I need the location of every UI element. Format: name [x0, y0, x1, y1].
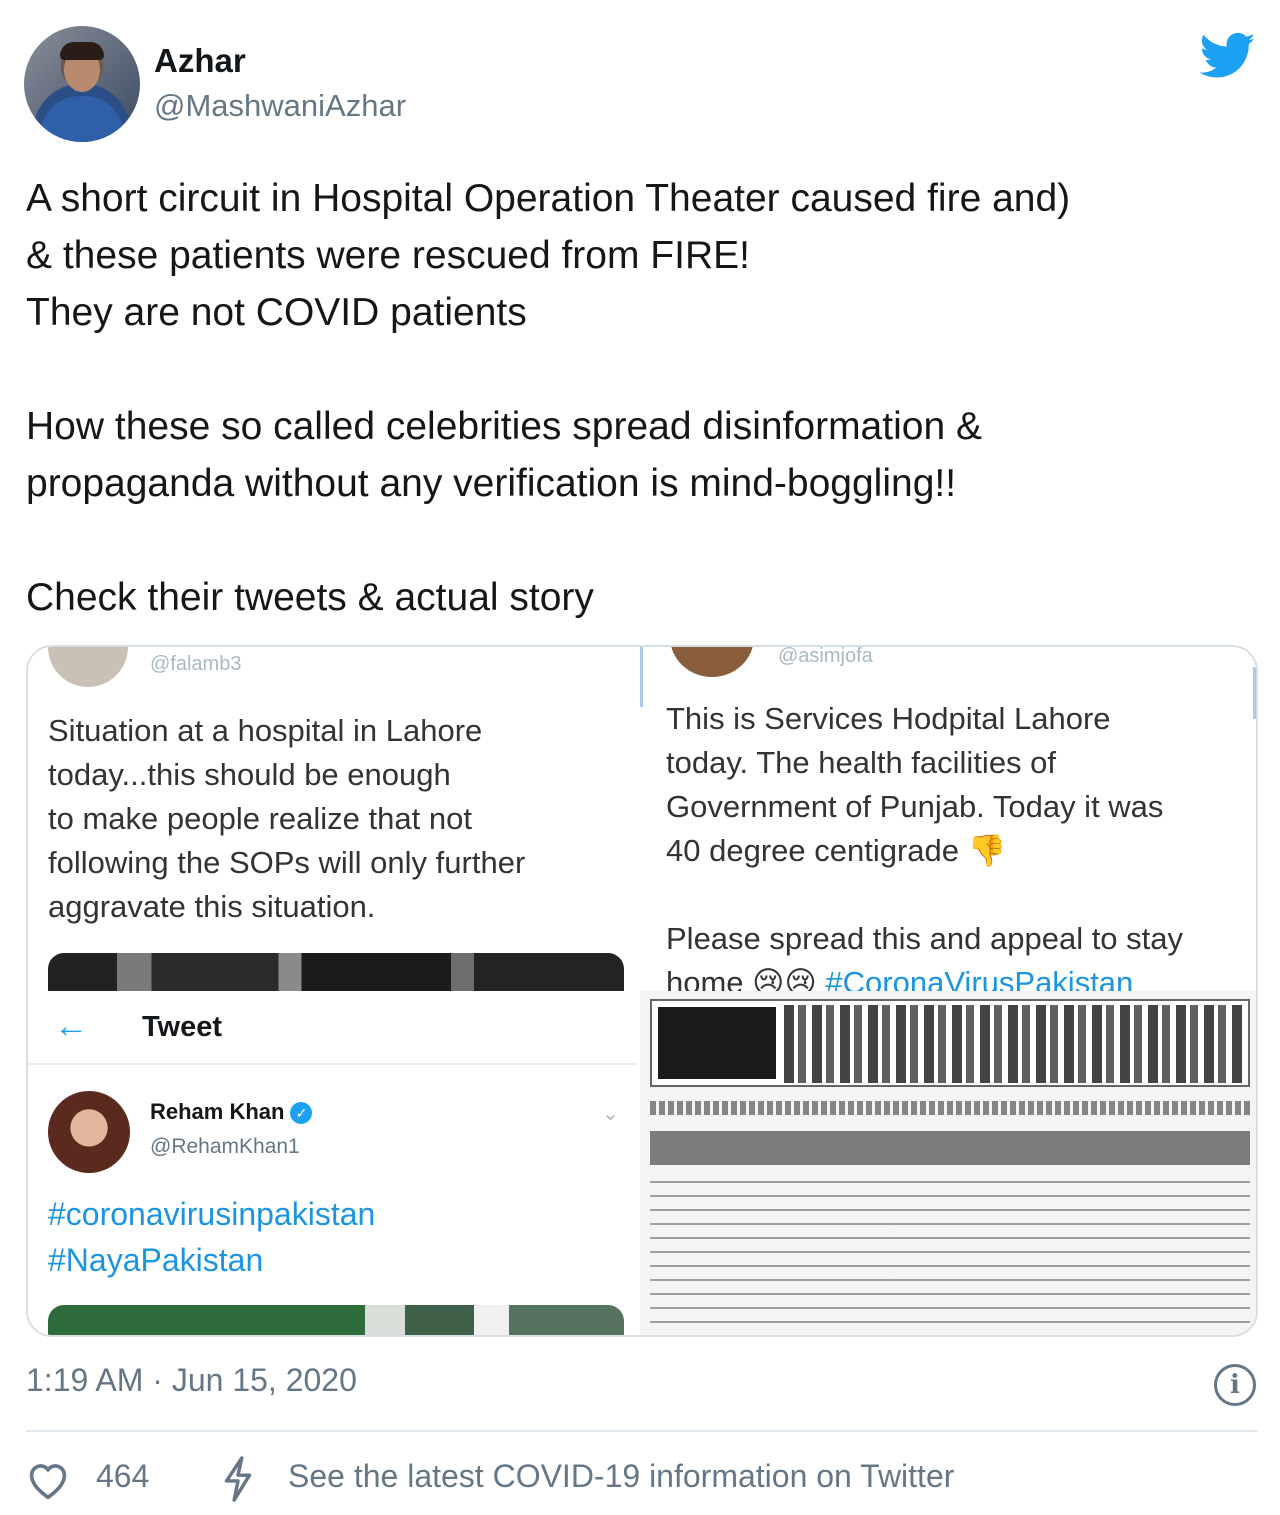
media-image-top-left[interactable]: @falamb3 Situation at a hospital in Laho… — [28, 647, 638, 991]
tweet-text: A short circuit in Hospital Operation Th… — [26, 177, 1071, 619]
hospital-photo-strip-green — [48, 1305, 624, 1335]
verified-icon: ✓ — [290, 1102, 313, 1125]
falamb-tweet-text: Situation at a hospital in Lahore today.… — [48, 713, 526, 924]
tweet-media-grid[interactable]: @falamb3 Situation at a hospital in Laho… — [26, 645, 1258, 1337]
reham-avatar — [48, 1091, 130, 1173]
reham-name: Reham Khan ✓ — [150, 1099, 313, 1125]
hospital-photo-strip — [48, 953, 624, 991]
newspaper-subline — [650, 1101, 1250, 1115]
asimjofa-tweet-text: This is Services Hodpital Lahore today. … — [666, 697, 1256, 991]
author-display-name[interactable]: Azhar — [154, 42, 406, 80]
asimjofa-avatar — [670, 647, 754, 677]
falamb-avatar — [48, 647, 128, 687]
media-image-bottom-right[interactable] — [640, 991, 1256, 1335]
covid-info-link[interactable]: See the latest COVID-19 information on T… — [288, 1458, 954, 1495]
info-icon[interactable]: i — [1214, 1364, 1256, 1406]
reham-handle: @RehamKhan1 — [150, 1135, 300, 1158]
embedded-tweet-nav: ← Tweet — [28, 991, 638, 1065]
tweet-timestamp[interactable]: 1:19 AM · Jun 15, 2020 — [26, 1362, 357, 1399]
asimjofa-handle: @asimjofa — [778, 647, 873, 667]
reham-hashtags: #coronavirusinpakistan #NayaPakistan — [48, 1196, 376, 1278]
newspaper-headline — [650, 999, 1250, 1087]
like-count[interactable]: 464 — [96, 1458, 149, 1495]
chevron-down-icon: ⌄ — [602, 1103, 619, 1125]
bolt-icon — [224, 1456, 252, 1502]
divider — [26, 1430, 1258, 1432]
newspaper-logo-box — [658, 1007, 776, 1079]
media-image-bottom-left[interactable]: ← Tweet Reham Khan ✓ @RehamKhan1 ⌄ #coron… — [28, 991, 638, 1335]
avatar-shirt — [40, 96, 124, 142]
twitter-bird-icon[interactable] — [1200, 32, 1256, 80]
asimjofa-hashtag: #CoronaVirusPakistan — [825, 965, 1134, 991]
author-names: Azhar @MashwaniAzhar — [154, 42, 406, 124]
tweet-actions: 464 See the latest COVID-19 information … — [26, 1456, 1258, 1506]
author-handle[interactable]: @MashwaniAzhar — [154, 88, 406, 124]
newspaper-body-text — [650, 1177, 1250, 1335]
asimjofa-text-body: This is Services Hodpital Lahore today. … — [666, 701, 1184, 991]
back-arrow-icon: ← — [54, 1007, 88, 1045]
media-image-top-right[interactable]: @asimjofa This is Services Hodpital Laho… — [640, 647, 1256, 991]
author-avatar[interactable] — [24, 26, 140, 142]
avatar-hair — [60, 42, 104, 60]
tweet-header: Azhar @MashwaniAzhar — [24, 22, 1256, 142]
falamb-handle: @falamb3 — [150, 653, 242, 675]
scroll-indicator — [640, 647, 643, 707]
heart-icon[interactable] — [26, 1460, 70, 1500]
reham-name-text: Reham Khan — [150, 1099, 285, 1124]
newspaper-grey-bar — [650, 1131, 1250, 1165]
embedded-nav-title: Tweet — [142, 1011, 223, 1043]
newspaper-headline-text — [784, 1005, 1244, 1083]
